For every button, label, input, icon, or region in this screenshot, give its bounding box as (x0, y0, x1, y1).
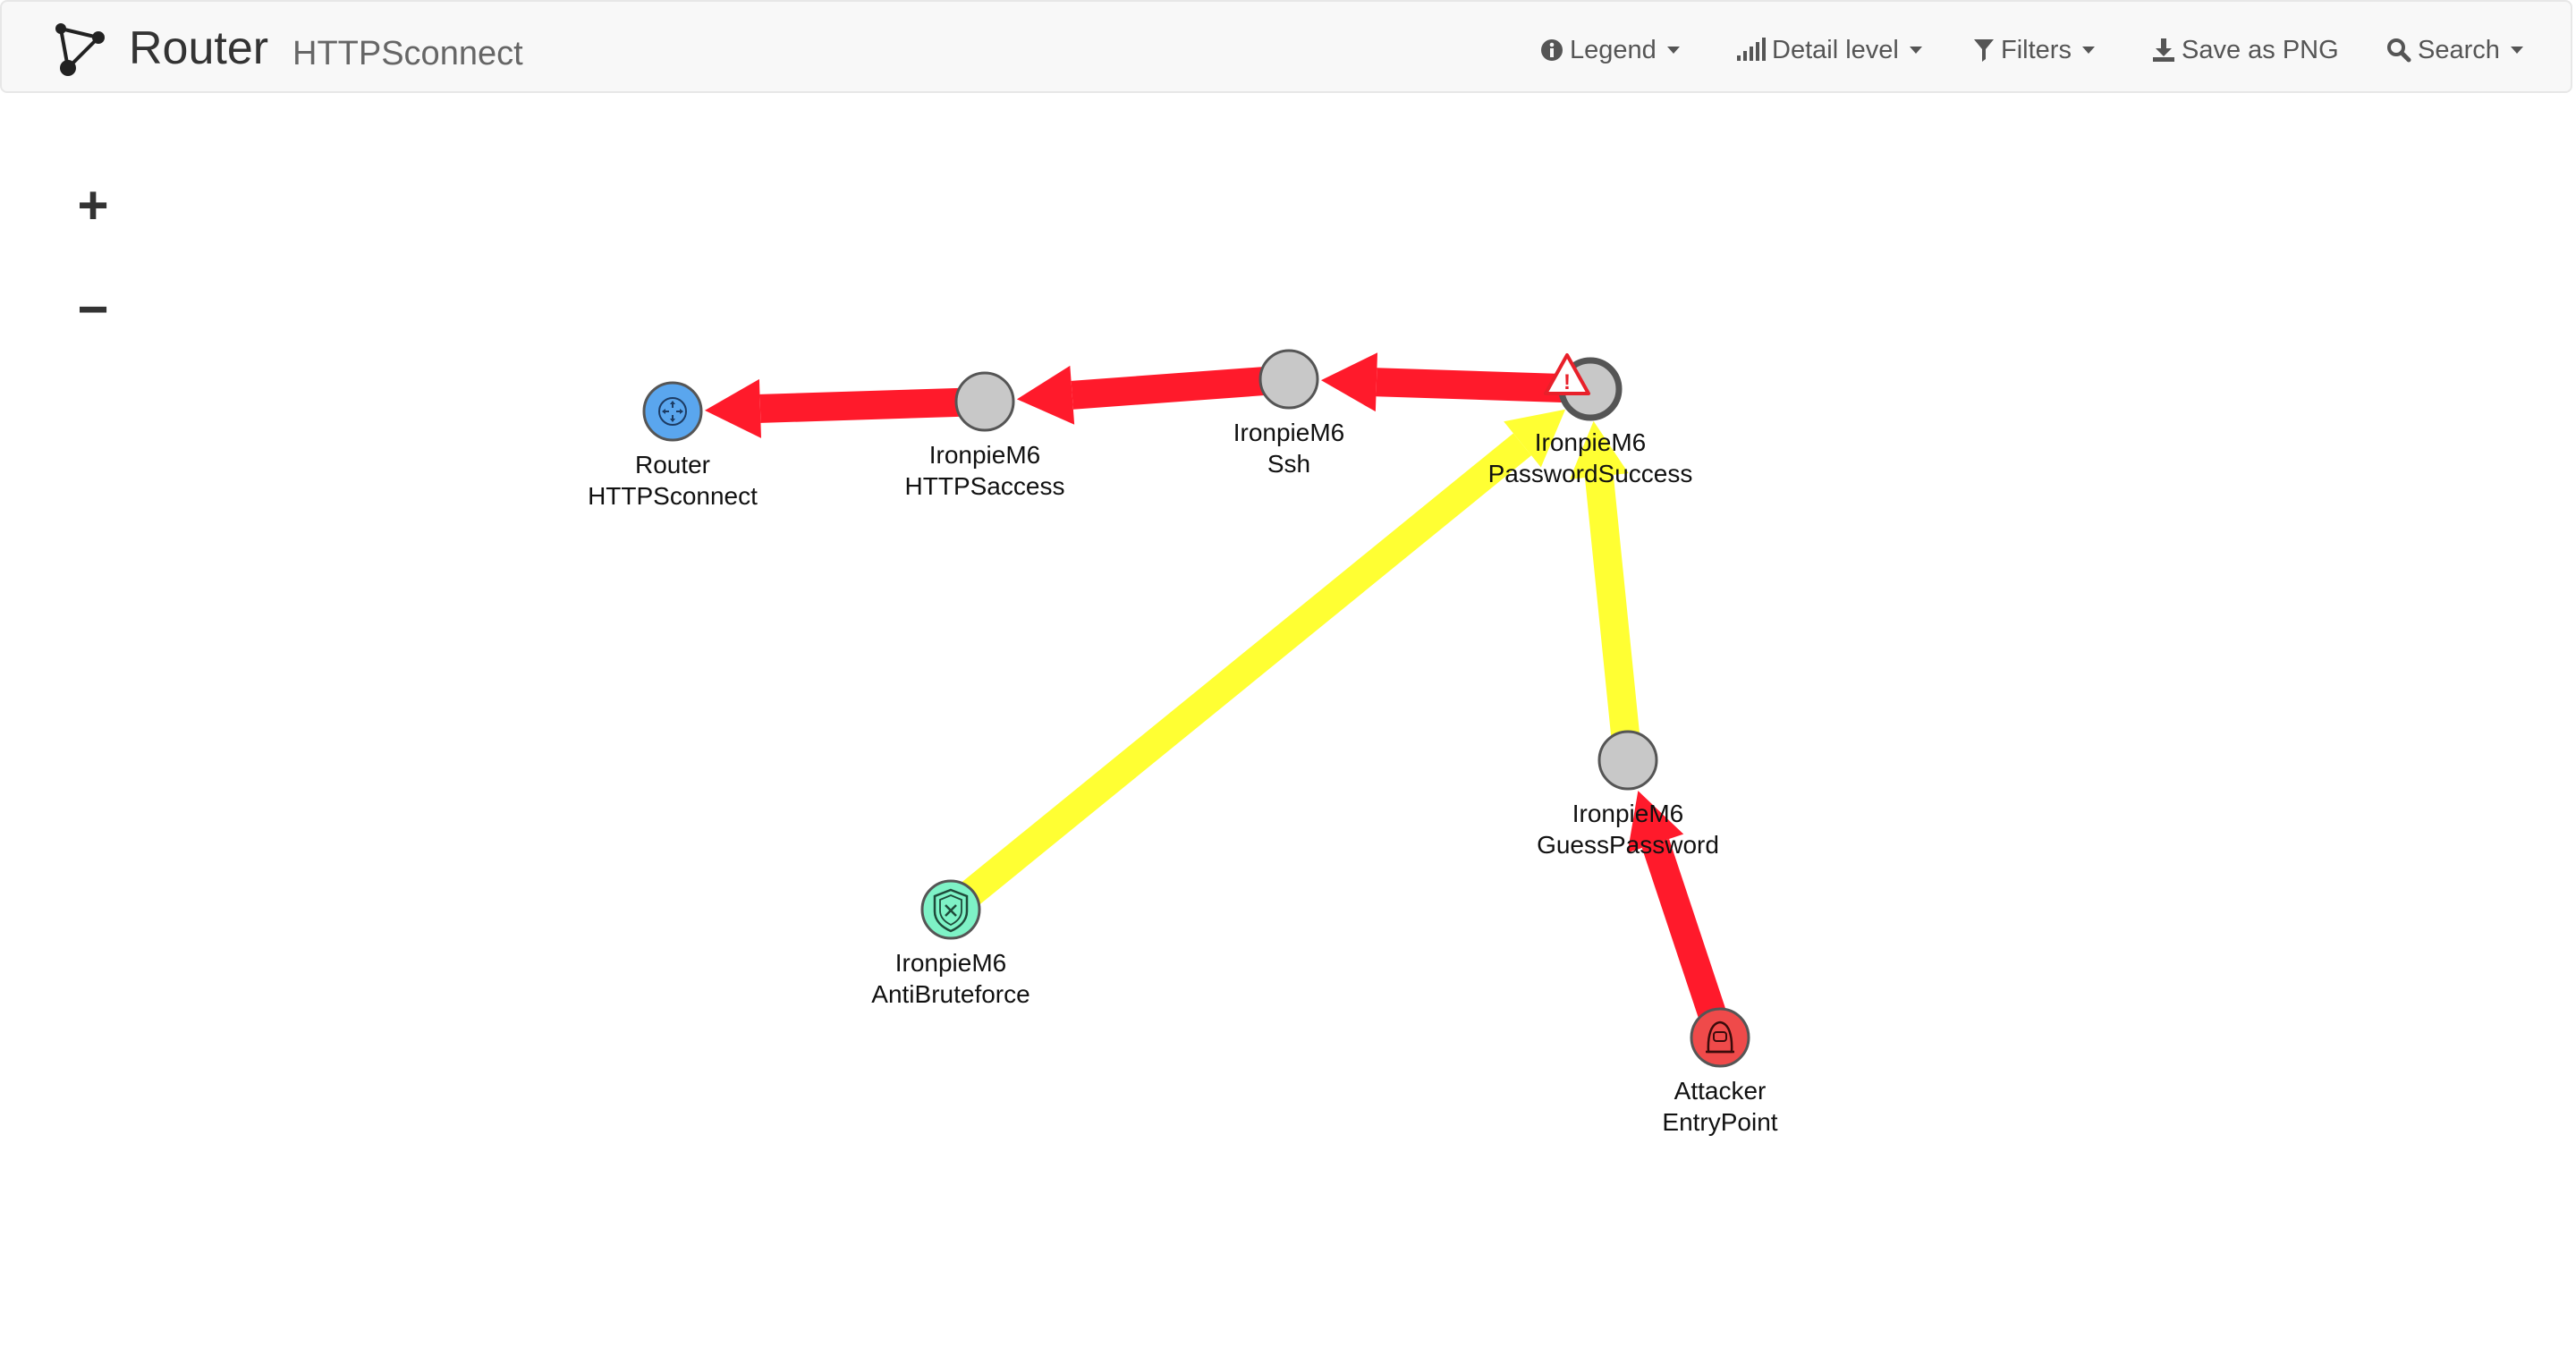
node-circle[interactable] (1258, 349, 1319, 410)
attack-edge-httpsaccess-to-router[interactable] (704, 378, 974, 438)
node-label-line1: IronpieM6 (1233, 419, 1345, 446)
node-circle[interactable] (954, 371, 1015, 432)
search-label: Search (2418, 36, 2500, 64)
node-label-attacker: Attacker EntryPoint (1559, 1075, 1881, 1138)
save-png-label: Save as PNG (2182, 36, 2339, 64)
node-circle[interactable] (642, 381, 703, 442)
node-label-line2: HTTPSconnect (588, 482, 758, 510)
detail-level-dropdown[interactable]: Detail level (1735, 32, 1922, 68)
node-label-httpsaccess: IronpieM6 HTTPSaccess (824, 439, 1146, 502)
search-icon (2387, 38, 2411, 63)
attack-edge-ssh-to-httpsaccess[interactable] (1016, 365, 1279, 425)
node-label-line1: Router (634, 451, 711, 479)
detail-level-label: Detail level (1772, 36, 1899, 64)
chevron-down-icon (1666, 47, 1680, 54)
save-png-button[interactable]: Save as PNG (2152, 32, 2339, 68)
legend-label: Legend (1570, 36, 1657, 64)
node-label-line2: Ssh (1267, 450, 1311, 478)
node-circle[interactable] (1597, 730, 1658, 791)
signal-bars-icon (1737, 38, 1766, 61)
node-label-pwsuccess: IronpieM6 PasswordSuccess (1429, 427, 1751, 489)
node-label-line1: IronpieM6 (1572, 800, 1684, 827)
node-circle[interactable] (1690, 1007, 1750, 1068)
graph-node-httpsaccess[interactable] (954, 371, 1015, 432)
graph-node-attacker[interactable] (1690, 1007, 1750, 1068)
node-label-line2: GuessPassword (1537, 831, 1719, 859)
node-label-line2: PasswordSuccess (1487, 460, 1693, 487)
node-label-router: Router HTTPSconnect (512, 449, 834, 512)
node-label-line2: HTTPSaccess (904, 472, 1065, 500)
page-subtitle: HTTPSconnect (292, 35, 523, 72)
top-navbar: Router HTTPSconnect Legend Detail level … (0, 0, 2572, 93)
node-label-line2: EntryPoint (1662, 1108, 1778, 1136)
search-dropdown[interactable]: Search (2386, 32, 2523, 68)
zoom-out-button[interactable]: − (66, 283, 120, 336)
filters-label: Filters (2001, 36, 2072, 64)
node-label-line2: AntiBruteforce (871, 980, 1030, 1008)
node-label-line1: IronpieM6 (928, 441, 1041, 469)
legend-dropdown[interactable]: Legend (1540, 32, 1680, 68)
zoom-in-button[interactable]: + (66, 179, 120, 233)
attack-edge-pwsuccess-to-ssh[interactable] (1320, 352, 1580, 412)
graph-node-antibrute[interactable] (920, 879, 981, 940)
attack-graph-canvas[interactable]: ! (0, 0, 2576, 1372)
graph-node-ssh[interactable] (1258, 349, 1319, 410)
chevron-down-icon (2081, 47, 2095, 54)
node-label-line1: IronpieM6 (1534, 428, 1647, 456)
download-icon (2153, 38, 2174, 62)
node-label-ssh: IronpieM6 Ssh (1128, 417, 1450, 479)
svg-text:!: ! (1563, 370, 1571, 394)
info-icon (1541, 39, 1563, 61)
node-label-line1: IronpieM6 (894, 949, 1007, 977)
filter-icon (1974, 39, 1994, 62)
filters-dropdown[interactable]: Filters (1973, 32, 2095, 68)
page-title: Router (129, 22, 269, 74)
chevron-down-icon (1909, 47, 1922, 54)
node-label-guesspw: IronpieM6 GuessPassword (1467, 798, 1789, 860)
graph-node-pwsuccess[interactable]: ! (1544, 353, 1623, 421)
node-label-line1: Attacker (1674, 1077, 1767, 1105)
graph-node-router[interactable] (642, 381, 703, 442)
graph-logo-icon[interactable] (52, 20, 106, 79)
chevron-down-icon (2510, 47, 2523, 54)
node-label-antibrute: IronpieM6 AntiBruteforce (790, 947, 1112, 1010)
graph-node-guesspw[interactable] (1597, 730, 1658, 791)
